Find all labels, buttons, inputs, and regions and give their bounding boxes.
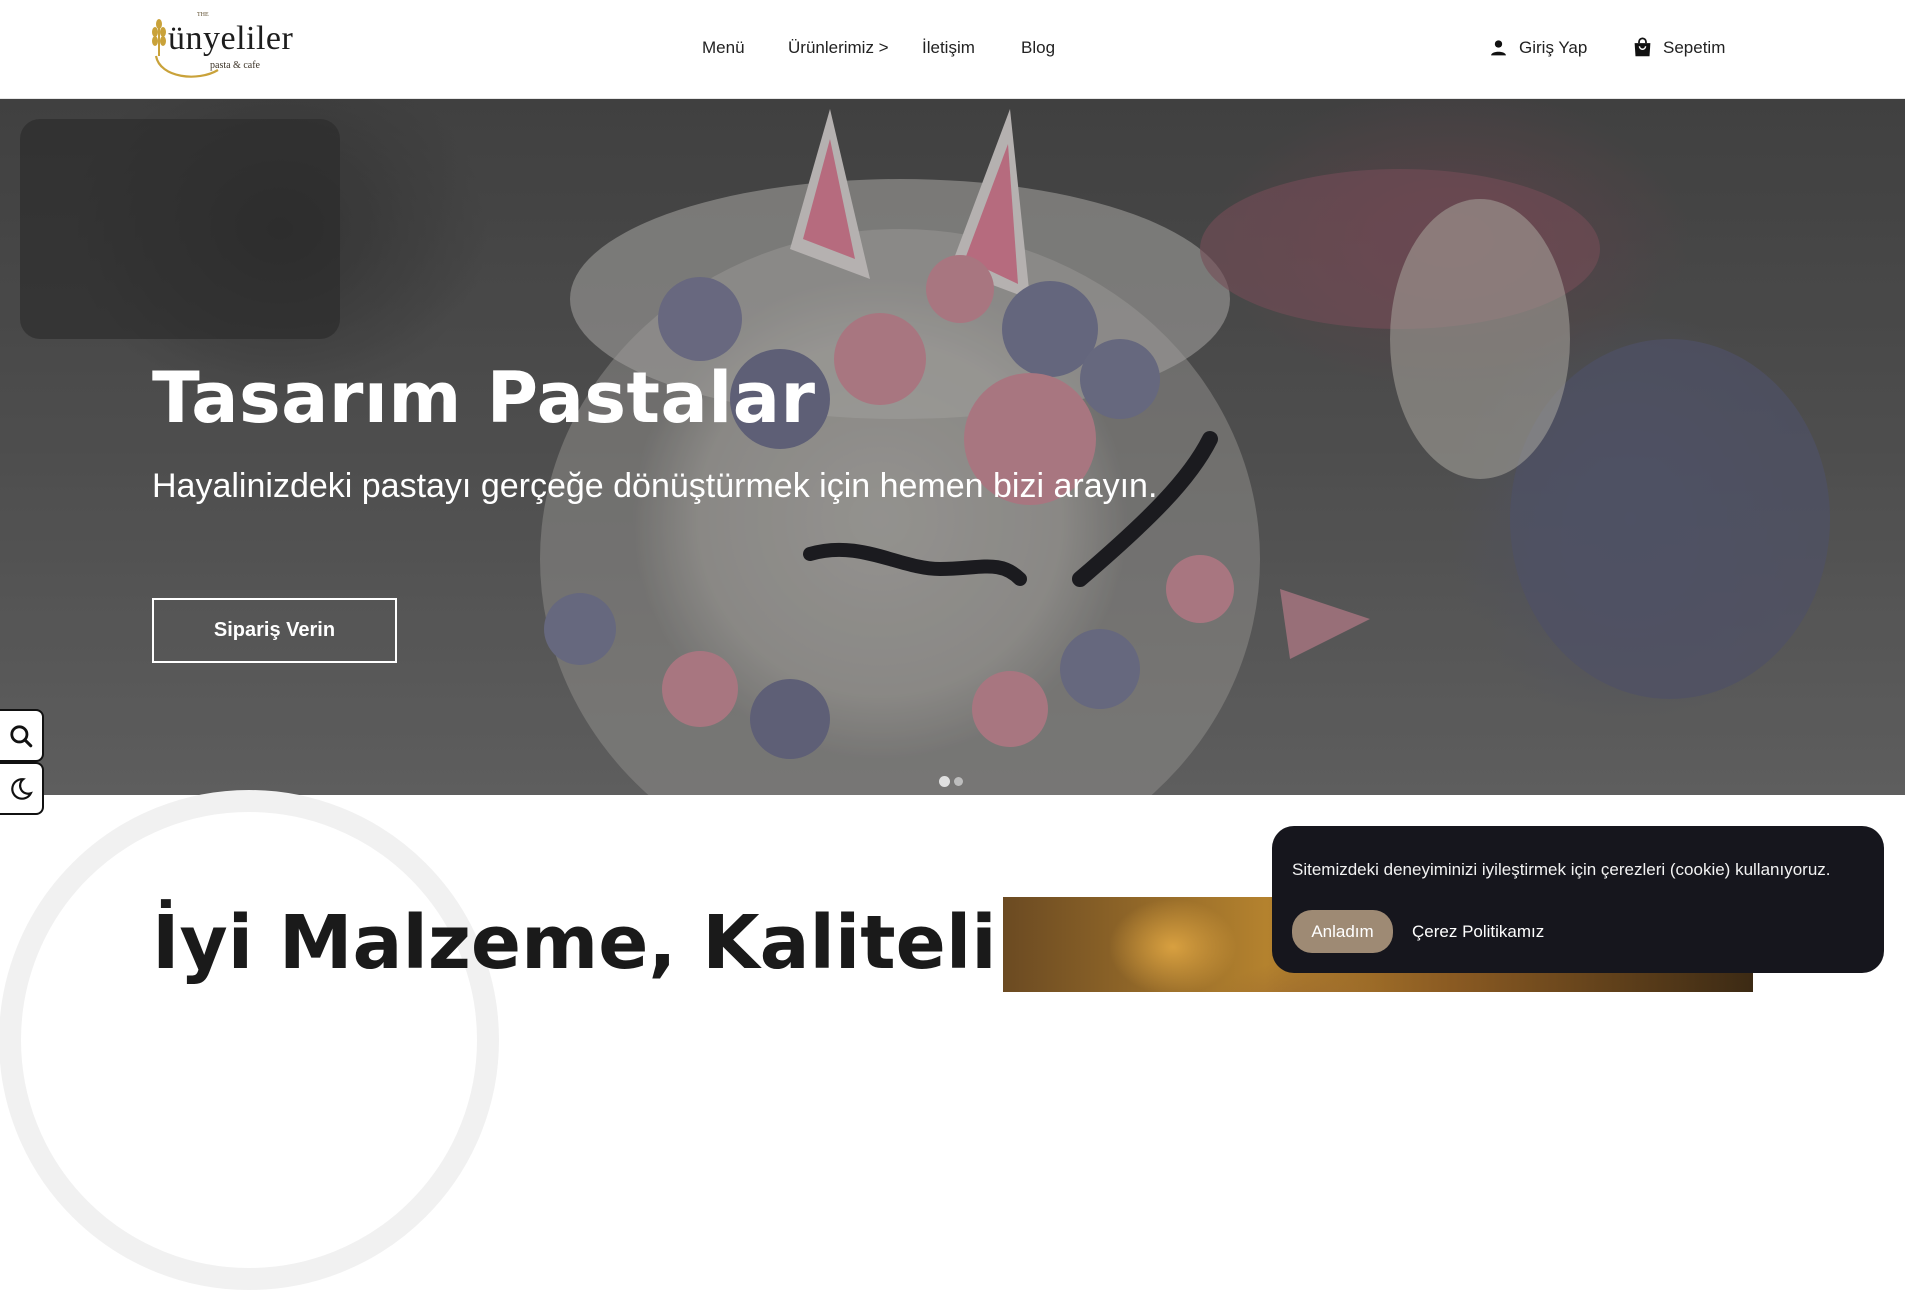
cookie-policy-link[interactable]: Çerez Politikamız bbox=[1412, 922, 1544, 942]
logo-tagline: pasta & cafe bbox=[210, 60, 260, 71]
section-title: İyi Malzeme, Kaliteli bbox=[152, 900, 997, 986]
nav-item-products[interactable]: Ürünlerimiz > bbox=[788, 38, 889, 58]
brand-logo[interactable]: THE ünyeliler pasta & cafe bbox=[150, 12, 300, 84]
cart-label: Sepetim bbox=[1663, 37, 1726, 57]
cookie-banner: Sitemizdeki deneyiminizi iyileştirmek iç… bbox=[1272, 826, 1884, 973]
hero-overlay bbox=[0, 99, 1905, 795]
search-button[interactable] bbox=[0, 709, 44, 762]
nav-item-menu[interactable]: Menü bbox=[702, 38, 745, 58]
search-icon bbox=[10, 724, 33, 747]
cookie-message: Sitemizdeki deneyiminizi iyileştirmek iç… bbox=[1292, 860, 1831, 879]
order-button[interactable]: Sipariş Verin bbox=[152, 598, 397, 663]
hero-subtitle: Hayalinizdeki pastayı gerçeğe dönüştürme… bbox=[152, 467, 1158, 505]
theme-toggle-button[interactable] bbox=[0, 762, 44, 815]
hero-slider[interactable]: Tasarım Pastalar Hayalinizdeki pastayı g… bbox=[0, 99, 1905, 795]
moon-icon bbox=[11, 777, 33, 800]
slider-dot-2[interactable] bbox=[954, 777, 963, 786]
nav-item-contact[interactable]: İletişim bbox=[922, 38, 975, 58]
logo-small-text: THE bbox=[197, 12, 209, 18]
site-header: THE ünyeliler pasta & cafe Menü Ürünleri… bbox=[0, 0, 1905, 99]
nav-item-blog[interactable]: Blog bbox=[1021, 38, 1055, 58]
hero-title: Tasarım Pastalar bbox=[152, 357, 816, 439]
cart-link[interactable]: Sepetim bbox=[1632, 37, 1725, 58]
cookie-accept-button[interactable]: Anladım bbox=[1292, 910, 1393, 953]
slider-dots bbox=[939, 776, 963, 787]
shopping-bag-icon bbox=[1634, 37, 1651, 57]
person-icon bbox=[1491, 40, 1506, 56]
decorative-ring bbox=[0, 790, 499, 1290]
login-link[interactable]: Giriş Yap bbox=[1488, 37, 1587, 58]
logo-wordmark: ünyeliler bbox=[168, 20, 294, 57]
login-label: Giriş Yap bbox=[1519, 37, 1588, 57]
slider-dot-1[interactable] bbox=[939, 776, 950, 787]
